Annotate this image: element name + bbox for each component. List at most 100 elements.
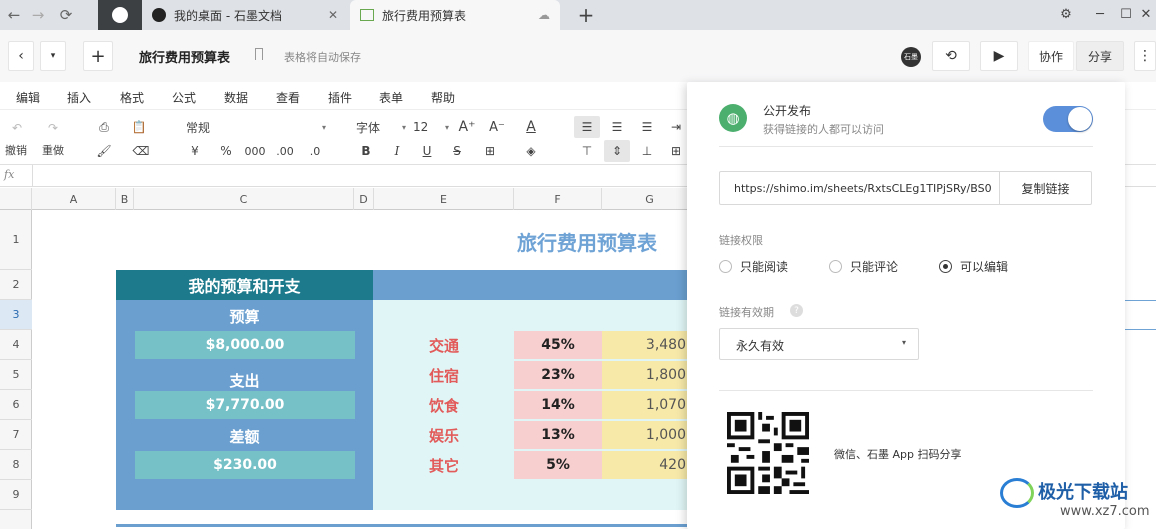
close-icon[interactable]: ✕ (328, 8, 338, 22)
column-header-b[interactable]: B (116, 188, 134, 210)
publish-toggle[interactable] (1043, 106, 1093, 132)
eraser-icon[interactable]: ⌫ (124, 142, 158, 160)
align-center-icon[interactable]: ☰ (606, 116, 628, 138)
row-header-5[interactable]: 5 (0, 360, 32, 390)
budget-value[interactable]: $8,000.00 (135, 331, 355, 359)
category-amount[interactable]: 1,070 (602, 391, 688, 419)
app-logo-tab[interactable] (98, 0, 142, 30)
row-header-7[interactable]: 7 (0, 420, 32, 450)
category-percent[interactable]: 45% (514, 331, 602, 359)
italic-button[interactable]: I (388, 142, 406, 160)
category-percent[interactable]: 13% (514, 421, 602, 449)
align-bottom-icon[interactable]: ⊥ (636, 140, 658, 162)
menu-format[interactable]: 格式 (120, 89, 144, 106)
sheet-title[interactable]: 旅行费用预算表 (472, 225, 702, 257)
category-amount[interactable]: 1,000 (602, 421, 688, 449)
column-header-f[interactable]: F (514, 188, 602, 210)
number-format-select[interactable]: 常规 ▾ (186, 118, 326, 136)
print-icon[interactable]: ⎙ (94, 118, 114, 136)
redo-label[interactable]: 重做 (38, 142, 68, 158)
column-header-c[interactable]: C (134, 188, 354, 210)
maximize-icon[interactable]: ☐ (1115, 3, 1137, 25)
percent-button[interactable]: % (215, 142, 237, 160)
menu-data[interactable]: 数据 (224, 89, 248, 106)
fill-color-icon[interactable]: ◈ (516, 142, 546, 160)
bold-button[interactable]: B (357, 142, 375, 160)
category-name[interactable]: 交通 (412, 331, 476, 359)
add-button[interactable]: + (83, 41, 113, 71)
category-name[interactable]: 住宿 (412, 361, 476, 389)
back-button[interactable]: ‹ (8, 41, 34, 71)
category-percent[interactable]: 5% (514, 451, 602, 479)
share-button[interactable]: 分享 (1076, 41, 1124, 71)
more-icon[interactable]: ⋮ (1134, 41, 1156, 71)
menu-view[interactable]: 查看 (276, 89, 300, 106)
row-header-1[interactable]: 1 (0, 210, 32, 270)
tab-travel-budget[interactable]: 旅行费用预算表 ☁ (350, 0, 560, 30)
menu-help[interactable]: 帮助 (431, 89, 455, 106)
history-clock-icon[interactable]: ⟲ (932, 41, 970, 71)
forward-arrow-icon[interactable]: → (27, 4, 49, 26)
align-middle-icon[interactable]: ⇕ (604, 140, 630, 162)
permission-read-only[interactable]: 只能阅读 (719, 258, 788, 275)
row-header-4[interactable]: 4 (0, 330, 32, 360)
align-right-icon[interactable]: ☰ (636, 116, 658, 138)
increase-decimal-button[interactable]: .00 (273, 142, 297, 160)
menu-edit[interactable]: 编辑 (16, 89, 40, 106)
back-arrow-icon[interactable]: ← (3, 4, 25, 26)
increase-font-icon[interactable]: A⁺ (457, 118, 477, 136)
tab-my-desktop[interactable]: 我的桌面 - 石墨文档 ✕ (142, 0, 348, 30)
category-amount[interactable]: 3,480 (602, 331, 688, 359)
copy-link-button[interactable]: 复制链接 (999, 172, 1091, 204)
column-header-d[interactable]: D (354, 188, 374, 210)
doc-title[interactable]: 旅行费用预算表 (139, 47, 230, 66)
font-size-select[interactable]: 12 ▾ (413, 118, 449, 136)
format-painter-icon[interactable]: 🖌 (94, 142, 114, 160)
category-percent[interactable]: 23% (514, 361, 602, 389)
new-tab-button[interactable]: + (575, 3, 597, 27)
borders-icon[interactable]: ⊞ (478, 142, 502, 160)
bookmark-icon[interactable] (255, 48, 263, 60)
minimize-icon[interactable]: ─ (1089, 3, 1111, 25)
menu-plugins[interactable]: 插件 (328, 89, 352, 106)
menu-forms[interactable]: 表单 (379, 89, 403, 106)
paste-icon[interactable]: 📋 (124, 118, 154, 136)
row-header-3[interactable]: 3 (0, 300, 32, 330)
difference-value[interactable]: $230.00 (135, 451, 355, 479)
menu-insert[interactable]: 插入 (67, 89, 91, 106)
difference-label[interactable]: 差额 (116, 424, 373, 448)
history-dropdown-button[interactable]: ▾ (40, 41, 66, 71)
expense-value[interactable]: $7,770.00 (135, 391, 355, 419)
column-header-g[interactable]: G (602, 188, 698, 210)
reload-icon[interactable]: ⟳ (55, 4, 77, 26)
expense-label[interactable]: 支出 (116, 368, 373, 392)
thousands-button[interactable]: 000 (243, 142, 267, 160)
present-play-icon[interactable]: ▶ (980, 41, 1018, 71)
row-header-6[interactable]: 6 (0, 390, 32, 420)
help-icon[interactable]: ? (790, 304, 803, 317)
category-band[interactable] (373, 270, 688, 300)
menu-formula[interactable]: 公式 (172, 89, 196, 106)
category-amount[interactable]: 420 (602, 451, 688, 479)
row-header-2[interactable]: 2 (0, 270, 32, 300)
avatar[interactable]: 石墨 (901, 47, 921, 67)
select-all-corner[interactable] (0, 188, 32, 210)
close-window-icon[interactable]: ✕ (1135, 3, 1156, 25)
category-name[interactable]: 其它 (412, 451, 476, 479)
collaborate-button[interactable]: 协作 (1028, 41, 1074, 71)
permission-can-edit[interactable]: 可以编辑 (939, 258, 1008, 275)
currency-button[interactable]: ¥ (186, 142, 204, 160)
row-header-9[interactable]: 9 (0, 480, 32, 510)
share-link-input[interactable]: https://shimo.im/sheets/RxtsCLEg1TIPjSRy… (734, 182, 992, 195)
settings-gear-icon[interactable]: ⚙ (1055, 3, 1077, 25)
text-wrap-icon[interactable]: ⇥ (666, 116, 686, 138)
column-header-a[interactable]: A (32, 188, 116, 210)
align-top-icon[interactable]: ⊤ (576, 140, 598, 162)
expiry-select[interactable]: 永久有效 ▾ (719, 328, 919, 360)
undo-icon[interactable]: ↶ (6, 120, 28, 136)
category-amount[interactable]: 1,800 (602, 361, 688, 389)
font-color-icon[interactable]: A (516, 118, 546, 136)
row-header-8[interactable]: 8 (0, 450, 32, 480)
align-left-icon[interactable]: ☰ (574, 116, 600, 138)
panel-header[interactable]: 我的预算和开支 (116, 270, 373, 300)
